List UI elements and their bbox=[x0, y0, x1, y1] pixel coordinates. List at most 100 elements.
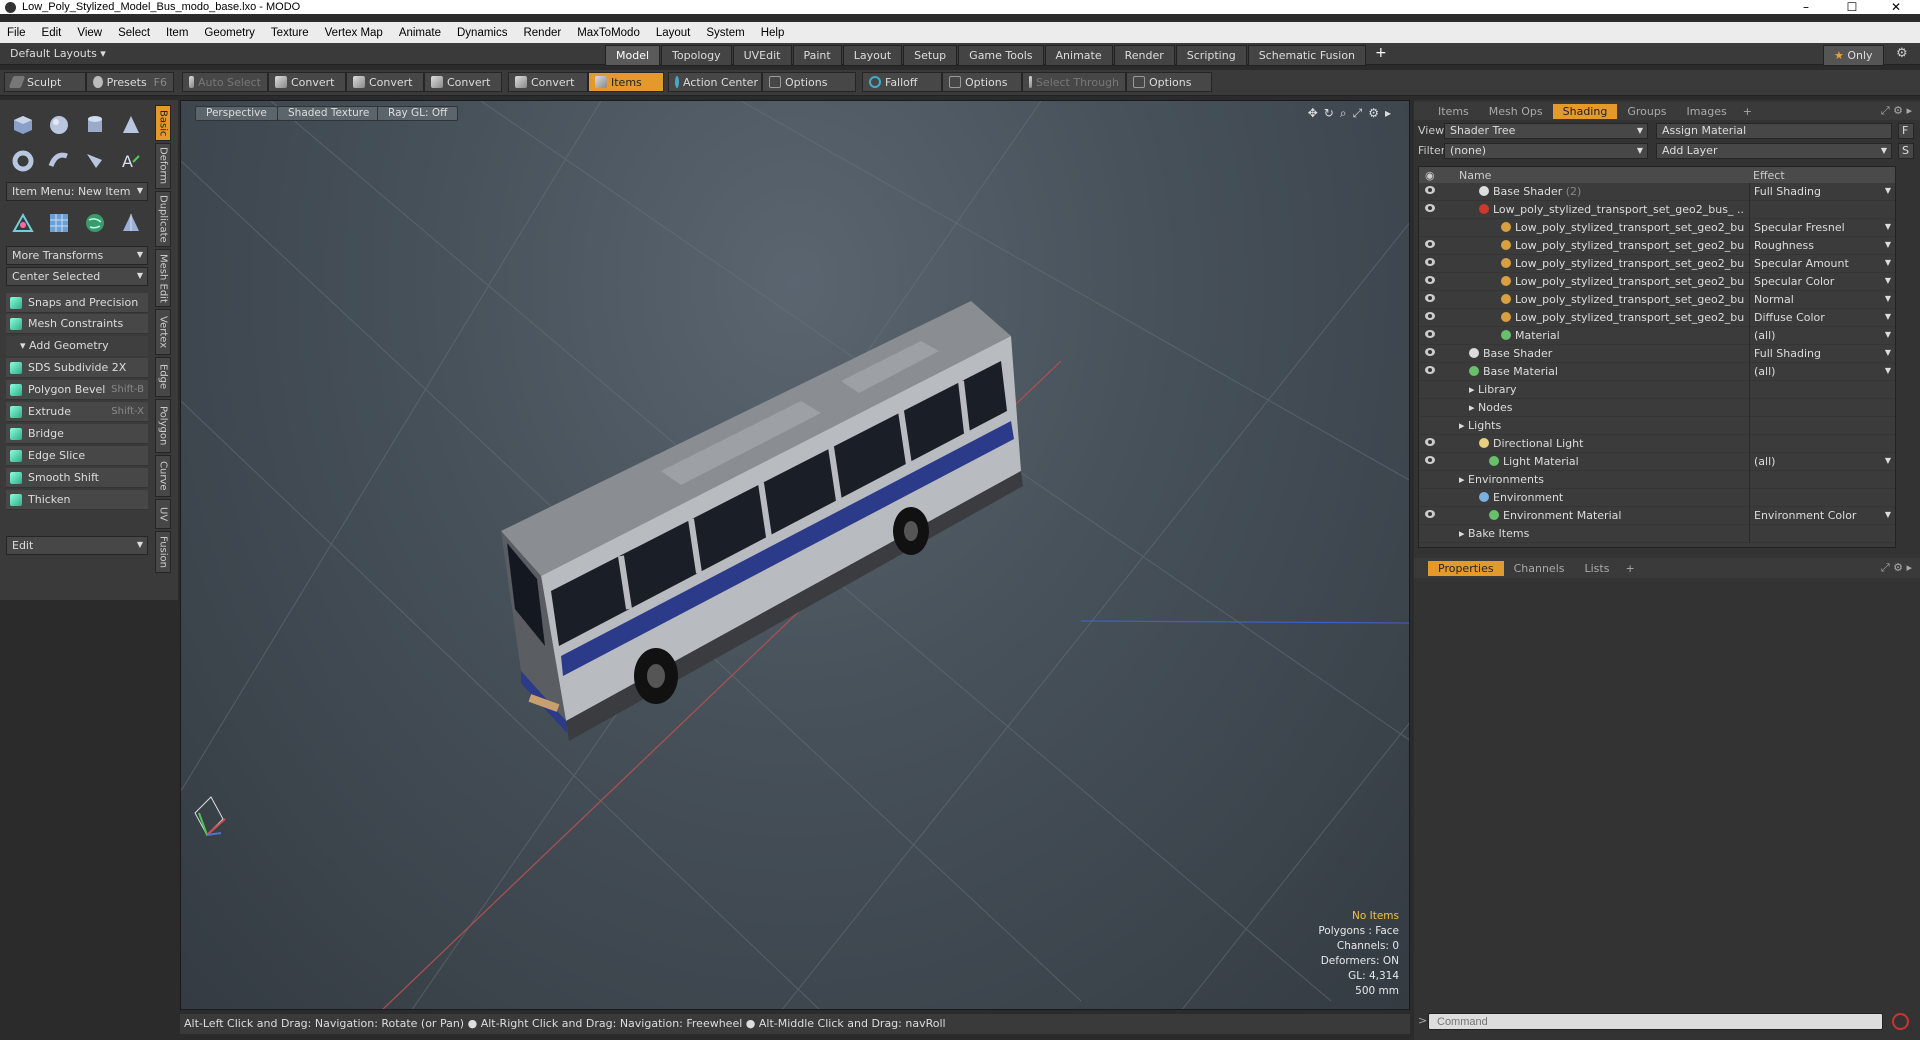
effect-cell[interactable]: Diffuse Color ▼ bbox=[1749, 309, 1895, 327]
action-center-button[interactable]: Action Center bbox=[668, 72, 762, 92]
effect-cell[interactable]: (all) ▼ bbox=[1749, 363, 1895, 381]
effect-cell[interactable]: Roughness ▼ bbox=[1749, 237, 1895, 255]
add-tab-button[interactable]: + bbox=[1367, 45, 1395, 66]
shader-tree-row[interactable]: Light Material (all) ▼ bbox=[1419, 453, 1895, 471]
effect-cell[interactable]: Specular Color ▼ bbox=[1749, 273, 1895, 291]
tab-game-tools[interactable]: Game Tools bbox=[958, 45, 1044, 66]
shader-tree-row[interactable]: ▸ Bake Items bbox=[1419, 525, 1895, 543]
tab-lists[interactable]: Lists bbox=[1575, 561, 1620, 576]
shader-tree-row[interactable]: Low_poly_stylized_transport_set_geo2_bus… bbox=[1419, 309, 1895, 327]
tab-model[interactable]: Model bbox=[605, 45, 661, 66]
viewport-nav-icons[interactable]: ✥↻⌕⤢⚙▸ bbox=[1308, 106, 1397, 121]
shader-tree-item[interactable]: Low_poly_stylized_transport_set_geo2_bus… bbox=[1501, 275, 1744, 288]
tab-shading[interactable]: Shading bbox=[1552, 103, 1618, 119]
fit-icon[interactable]: ⤢ bbox=[1353, 106, 1369, 120]
menu-view[interactable]: View bbox=[77, 27, 102, 39]
visibility-eye-icon[interactable] bbox=[1425, 510, 1435, 518]
visibility-eye-icon[interactable] bbox=[1425, 204, 1435, 212]
vtab-edge[interactable]: Edge bbox=[155, 357, 171, 397]
options-button-1[interactable]: Options bbox=[762, 72, 856, 92]
menu-help[interactable]: Help bbox=[761, 27, 785, 39]
effect-cell[interactable]: (all) ▼ bbox=[1749, 327, 1895, 345]
f-button[interactable]: F bbox=[1898, 123, 1914, 139]
pyramid-tool[interactable] bbox=[113, 206, 149, 239]
effect-cell[interactable]: Normal ▼ bbox=[1749, 291, 1895, 309]
shader-tree-item[interactable]: Low_poly_stylized_transport_set_geo2_bus… bbox=[1501, 293, 1744, 306]
tab-setup[interactable]: Setup bbox=[903, 45, 958, 66]
visibility-eye-icon[interactable] bbox=[1425, 276, 1435, 284]
effect-column-header[interactable]: Effect bbox=[1753, 169, 1785, 182]
visibility-eye-icon[interactable] bbox=[1425, 186, 1435, 194]
convert-button-1[interactable]: Convert bbox=[268, 72, 346, 92]
select-through-button[interactable]: Select Through bbox=[1022, 72, 1126, 92]
tab-topology[interactable]: Topology bbox=[661, 45, 732, 66]
tab-render[interactable]: Render bbox=[1113, 45, 1175, 66]
menu-dynamics[interactable]: Dynamics bbox=[457, 27, 507, 39]
presets-button[interactable]: Presets F6 bbox=[86, 72, 174, 92]
shader-tree-item[interactable]: ▸ Bake Items bbox=[1459, 527, 1744, 540]
visibility-eye-icon[interactable] bbox=[1425, 258, 1435, 266]
name-column-header[interactable]: Name bbox=[1459, 169, 1491, 182]
locator-tool[interactable] bbox=[5, 206, 41, 239]
shader-tree-row[interactable]: Base Shader Full Shading ▼ bbox=[1419, 345, 1895, 363]
add-tab-button[interactable]: + bbox=[1619, 562, 1640, 575]
vtab-vertex[interactable]: Vertex bbox=[155, 309, 171, 355]
menu-select[interactable]: Select bbox=[118, 27, 150, 39]
minimize-button[interactable]: – bbox=[1784, 0, 1828, 14]
visibility-eye-icon[interactable] bbox=[1425, 294, 1435, 302]
shader-tree-row[interactable]: Environment Material Environment Color ▼ bbox=[1419, 507, 1895, 525]
s-button[interactable]: S bbox=[1898, 143, 1914, 159]
vtab-deform[interactable]: Deform bbox=[155, 143, 171, 189]
convert-button-4[interactable]: Convert bbox=[508, 72, 588, 92]
tool-bridge[interactable]: Bridge bbox=[6, 424, 148, 444]
globe-tool[interactable] bbox=[77, 206, 113, 239]
gear-icon[interactable]: ⚙ bbox=[1896, 46, 1908, 61]
tab-items[interactable]: Items bbox=[1428, 104, 1479, 119]
tab-uvedit[interactable]: UVEdit bbox=[732, 45, 792, 66]
tab-scripting[interactable]: Scripting bbox=[1175, 45, 1247, 66]
panel-options-icon[interactable]: ⤢ ⚙ ▸ bbox=[1881, 561, 1912, 575]
shader-tree-item[interactable]: Low_poly_stylized_transport_set_geo2_bus… bbox=[1501, 311, 1744, 324]
tool-smooth-shift[interactable]: Smooth Shift bbox=[6, 468, 148, 488]
vtab-basic[interactable]: Basic bbox=[155, 105, 171, 141]
tab-groups[interactable]: Groups bbox=[1617, 104, 1676, 119]
menu-item[interactable]: Item bbox=[166, 27, 188, 39]
rotate-icon[interactable]: ↻ bbox=[1324, 106, 1340, 120]
shader-tree-row[interactable]: ▸ Nodes bbox=[1419, 399, 1895, 417]
options-button-3[interactable]: Options bbox=[1126, 72, 1212, 92]
vtab-fusion[interactable]: Fusion bbox=[155, 531, 171, 573]
more-transforms-dropdown[interactable]: More Transforms ▼ bbox=[6, 246, 148, 265]
shader-tree-item[interactable]: ▸ Nodes bbox=[1469, 401, 1744, 414]
effect-cell[interactable]: Specular Fresnel ▼ bbox=[1749, 219, 1895, 237]
sphere-tool[interactable] bbox=[41, 108, 77, 141]
tab-channels[interactable]: Channels bbox=[1504, 561, 1575, 576]
menu-file[interactable]: File bbox=[7, 27, 26, 39]
tab-properties[interactable]: Properties bbox=[1428, 560, 1504, 576]
convert-button-3[interactable]: Convert bbox=[424, 72, 502, 92]
shader-tree-item[interactable]: Environment bbox=[1479, 491, 1744, 504]
add-layer-dropdown[interactable]: Add Layer ▼ bbox=[1656, 143, 1892, 159]
shader-tree-item[interactable]: ▸ Environments bbox=[1459, 473, 1744, 486]
tool-thicken[interactable]: Thicken bbox=[6, 490, 148, 510]
menu-texture[interactable]: Texture bbox=[271, 27, 309, 39]
raygl-button[interactable]: Ray GL: Off bbox=[377, 106, 459, 121]
visibility-eye-icon[interactable] bbox=[1425, 312, 1435, 320]
effect-cell[interactable]: Full Shading ▼ bbox=[1749, 345, 1895, 363]
shader-tree-row[interactable]: Low_poly_stylized_transport_set_geo2_bus… bbox=[1419, 219, 1895, 237]
effect-cell[interactable]: Specular Amount ▼ bbox=[1749, 255, 1895, 273]
visibility-eye-icon[interactable] bbox=[1425, 240, 1435, 248]
shader-tree-row[interactable]: Material (all) ▼ bbox=[1419, 327, 1895, 345]
assign-material-button[interactable]: Assign Material bbox=[1656, 123, 1892, 139]
torus-tool[interactable] bbox=[5, 144, 41, 177]
effect-cell[interactable]: Environment Color ▼ bbox=[1749, 507, 1895, 525]
tab-paint[interactable]: Paint bbox=[792, 45, 842, 66]
shader-tree-item[interactable]: Base Material bbox=[1469, 365, 1744, 378]
menu-vertex-map[interactable]: Vertex Map bbox=[325, 27, 383, 39]
close-button[interactable]: ✕ bbox=[1874, 0, 1918, 14]
shader-tree-row[interactable]: Directional Light bbox=[1419, 435, 1895, 453]
menu-layout[interactable]: Layout bbox=[656, 27, 691, 39]
visibility-eye-icon[interactable] bbox=[1425, 348, 1435, 356]
panel-options-icon[interactable]: ⤢ ⚙ ▸ bbox=[1881, 104, 1912, 118]
command-input[interactable] bbox=[1428, 1013, 1883, 1030]
menu-system[interactable]: System bbox=[706, 27, 744, 39]
